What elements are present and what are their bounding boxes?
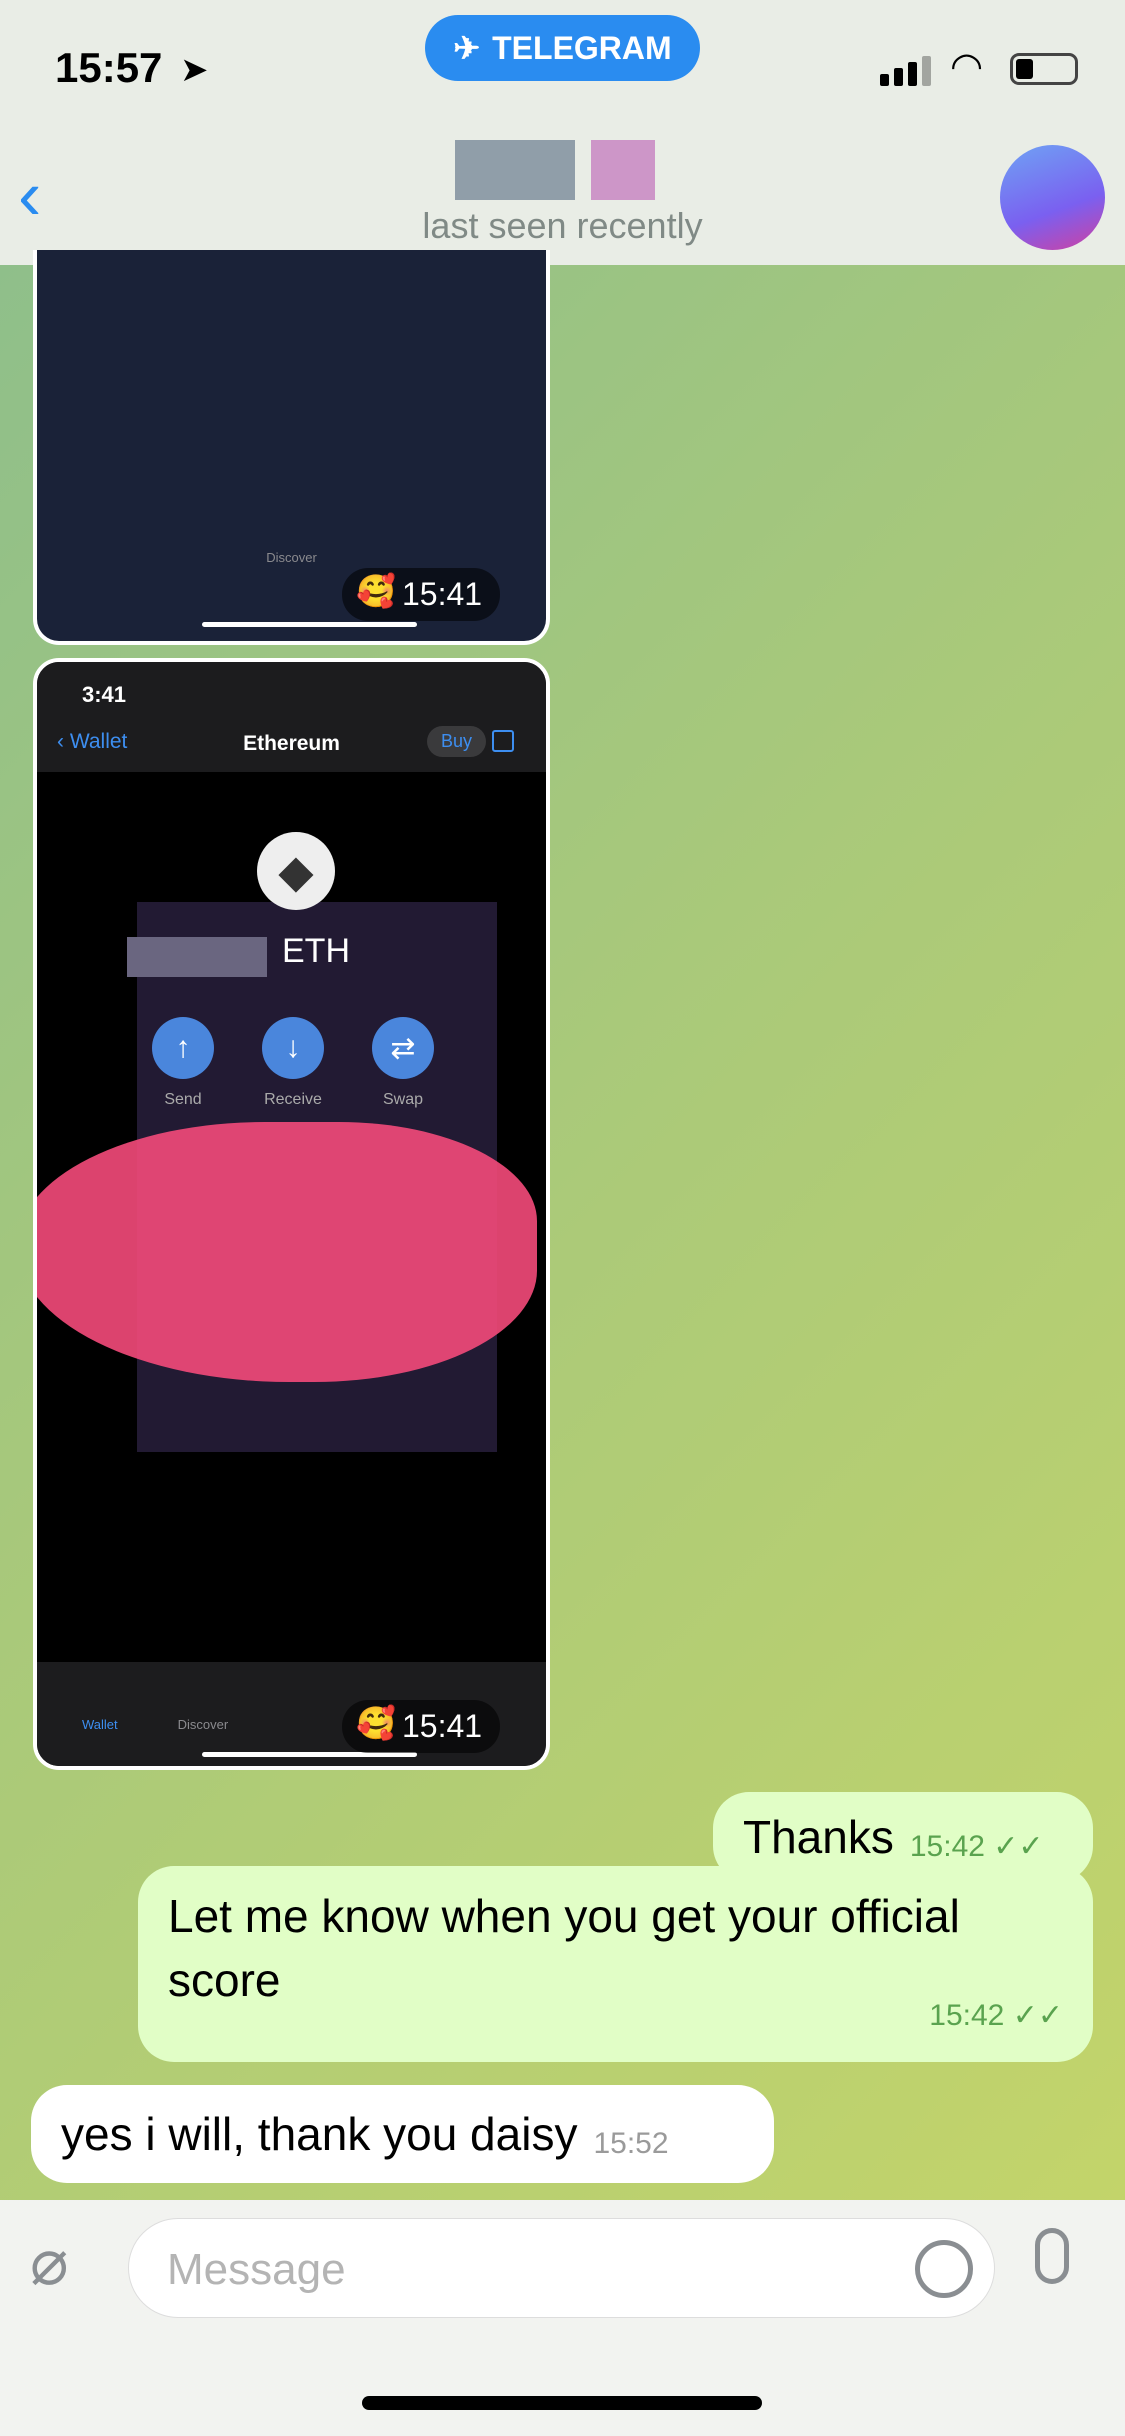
attach-paperclip-icon[interactable]: ⌀ [30,2225,69,2300]
app-badge-label: TELEGRAM [492,29,672,66]
flower-sticker [37,1122,537,1382]
telegram-return-pill[interactable]: ✈ TELEGRAM [425,15,700,81]
phone-time: 3:41 [82,682,127,707]
microphone-icon[interactable] [1035,2228,1069,2284]
sticker-icon[interactable] [915,2240,973,2298]
buy-pill: Buy [427,726,487,757]
tab-label: Wallet [82,1717,118,1732]
reaction-emoji[interactable]: 🥰 [356,572,396,610]
battery-icon [1010,53,1078,85]
receive-action: ↓ Receive [262,1017,324,1109]
message-time: 15:41 [402,1708,483,1744]
redacted-balance [127,937,267,977]
message-meta: 15:42 ✓✓ [929,1984,1063,2048]
last-seen-status: last seen recently [422,205,703,246]
tab-label: Discover [266,550,317,565]
ethereum-logo-icon: ◆ [257,832,335,910]
double-check-icon: ✓✓ [1012,1999,1063,2032]
image-message[interactable]: 3:41 ‹ Wallet Ethereum Buy ◆ ETH ↑ Send ↓… [33,658,550,1770]
wifi-icon: ︎◠ [950,46,984,88]
incoming-message[interactable]: yes i will, thank you daisy 15:52 [31,2085,774,2183]
home-indicator [362,2396,762,2410]
send-icon: ↑ [152,1017,214,1079]
status-time: 15:57 [55,44,163,91]
timestamp-pill: 🥰 15:41 [342,568,501,621]
contact-avatar[interactable] [1000,145,1105,250]
telegram-plane-icon: ✈ [453,30,481,66]
double-check-icon: ✓✓ [993,1830,1044,1863]
message-text: Let me know when you get your official s… [168,1890,960,2006]
action-label: Receive [264,1091,322,1108]
message-time: 15:52 [593,2127,669,2160]
message-time: 15:41 [402,576,483,612]
receive-icon: ↓ [262,1017,324,1079]
action-label: Send [164,1091,202,1108]
home-indicator [202,622,417,627]
swap-action: ⇄ Swap [372,1017,434,1109]
message-input[interactable]: Message [128,2218,995,2318]
message-time: 15:42 [909,1830,985,1863]
action-label: Swap [382,1091,424,1108]
send-action: ↑ Send [152,1017,214,1109]
currency-label: ETH [282,932,350,970]
location-arrow-icon: ➤ [180,51,209,89]
message-text: Thanks [743,1811,894,1863]
chart-icon [492,730,514,752]
reaction-emoji[interactable]: 🥰 [356,1704,396,1742]
chat-title-redacted[interactable] [455,140,655,200]
tab-label: Discover [177,1717,229,1732]
message-text: yes i will, thank you daisy [61,2108,578,2160]
message-time: 15:42 [929,1999,1005,2032]
image-message[interactable]: Discover 🥰 15:41 [33,250,550,645]
signal-icon [880,56,931,86]
tab-bar: Discover [37,550,546,565]
outgoing-message[interactable]: Let me know when you get your official s… [138,1866,1093,2062]
wallet-actions: ↑ Send ↓ Receive ⇄ Swap [152,1017,434,1109]
swap-icon: ⇄ [372,1017,434,1079]
message-meta: 15:42 ✓✓ [910,1829,1044,1864]
timestamp-pill: 🥰 15:41 [342,1700,501,1753]
